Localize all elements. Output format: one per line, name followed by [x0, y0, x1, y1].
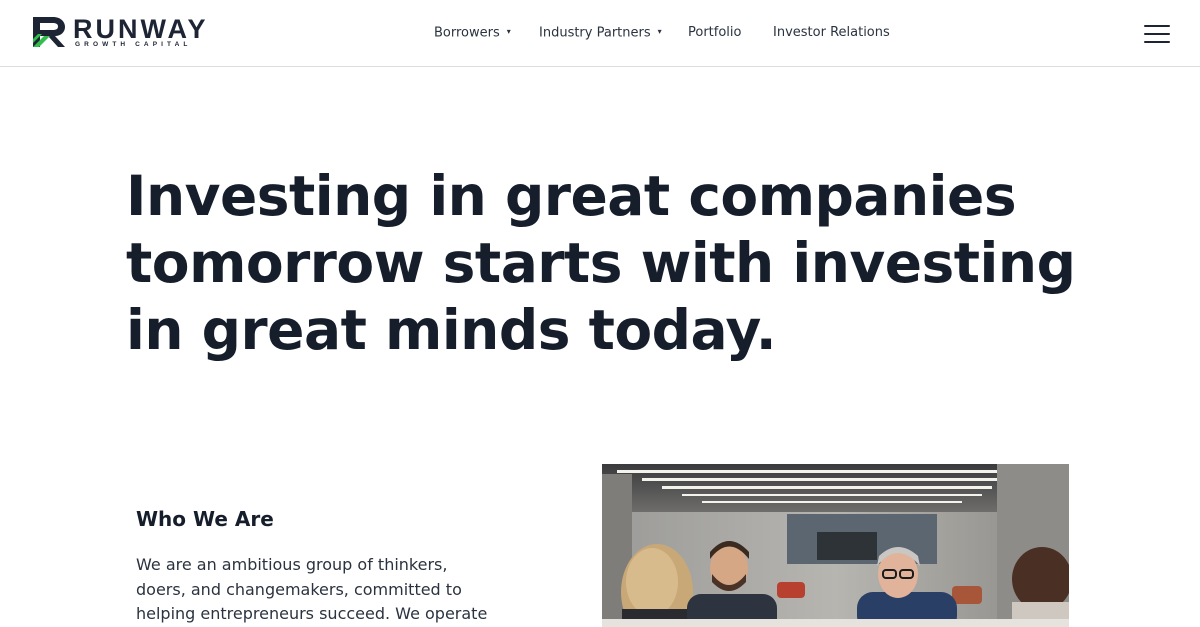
nav-item-label: Industry Partners	[539, 25, 651, 41]
menu-bar	[1144, 25, 1170, 27]
hamburger-menu-icon[interactable]	[1144, 24, 1170, 44]
brand-tagline: GROWTH CAPITAL	[75, 41, 192, 48]
nav-item-borrowers[interactable]: Borrowers ▾	[434, 24, 511, 43]
body-line: helping entrepreneurs succeed. We operat…	[136, 604, 488, 623]
team-meeting-photo	[602, 464, 1069, 627]
site-header: RUNWAY GROWTH CAPITAL Borrowers ▾ Industr…	[0, 0, 1200, 67]
body-line: doers, and changemakers, committed to	[136, 579, 462, 599]
chevron-down-icon: ▾	[657, 27, 662, 36]
runway-logo-mark-icon	[33, 17, 65, 47]
team-meeting-image	[602, 464, 1069, 627]
nav-item-label: Borrowers	[434, 25, 500, 41]
hero-headline-line: in great minds today.	[126, 298, 777, 362]
runway-logo[interactable]: RUNWAY GROWTH CAPITAL	[31, 15, 206, 51]
who-we-are-title: Who We Are	[136, 507, 274, 531]
menu-bar	[1144, 33, 1170, 35]
nav-item-portfolio[interactable]: Portfolio	[688, 24, 741, 42]
hero-headline: Investing in great companies tomorrow st…	[126, 163, 1086, 364]
nav-item-investor-relations[interactable]: Investor Relations	[773, 24, 890, 42]
hero-headline-line: tomorrow starts with investing	[126, 231, 1076, 295]
body-line: We are an ambitious group of thinkers,	[136, 555, 448, 574]
nav-item-industry-partners[interactable]: Industry Partners ▾	[539, 24, 662, 43]
brand-name: RUNWAY	[73, 14, 209, 44]
nav-item-label: Investor Relations	[773, 25, 890, 40]
chevron-down-icon: ▾	[506, 27, 511, 36]
who-we-are-body: We are an ambitious group of thinkers, d…	[136, 553, 496, 627]
nav-item-label: Portfolio	[688, 25, 742, 40]
hero-headline-line: Investing in great companies	[126, 164, 1017, 228]
menu-bar	[1144, 41, 1170, 43]
